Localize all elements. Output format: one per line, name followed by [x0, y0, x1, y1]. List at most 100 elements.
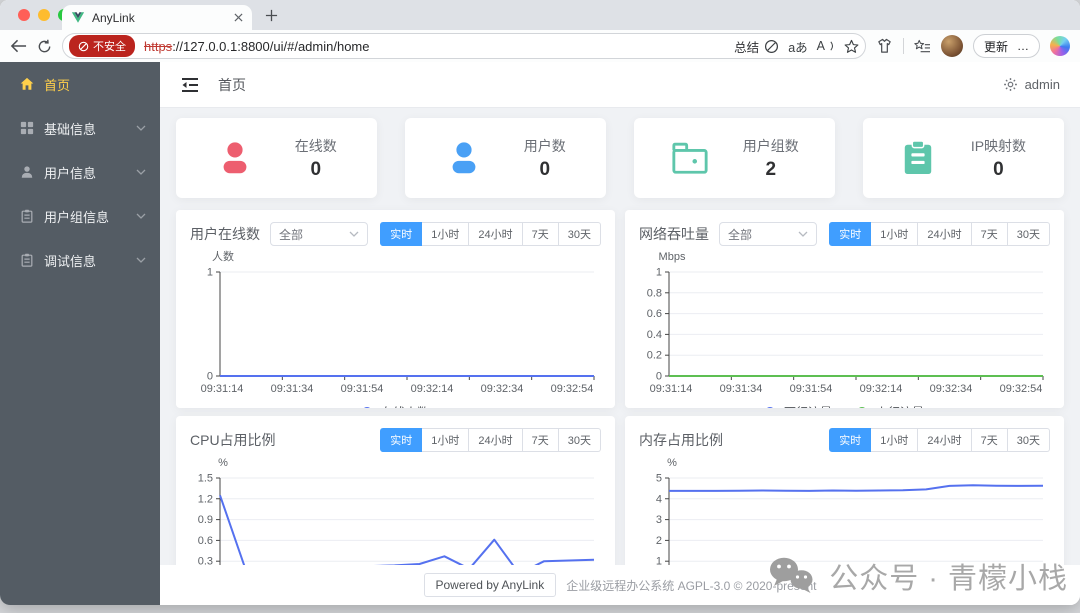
svg-text:%: %: [667, 457, 677, 469]
vue-logo-icon: [71, 11, 85, 24]
throughput-chart: Mbps 0 0.2 0.4 0.6 0.8 1 09:31:14 09:31:34 09:31:…: [639, 250, 1050, 408]
range-button-1小时[interactable]: 1小时: [871, 222, 919, 246]
svg-text:5: 5: [656, 473, 662, 485]
svg-text:0.8: 0.8: [647, 287, 662, 299]
security-badge[interactable]: 不安全: [69, 35, 135, 57]
gear-icon: [1003, 78, 1017, 91]
translate-icon[interactable]: aあ: [788, 37, 807, 56]
stat-label: 用户数: [523, 137, 566, 154]
tab-title: AnyLink: [92, 10, 135, 25]
chevron-down-icon: [136, 125, 146, 131]
back-icon[interactable]: [10, 39, 27, 53]
browser-window: AnyLink 不安全 https://127.0.0.1:8800/ui/#/…: [0, 0, 1080, 605]
read-aloud-icon[interactable]: A: [817, 39, 835, 53]
favorites-bar-icon[interactable]: [914, 39, 931, 54]
range-button-实时[interactable]: 实时: [380, 428, 423, 452]
profile-avatar[interactable]: [940, 35, 963, 57]
address-bar[interactable]: 不安全 https://127.0.0.1:8800/ui/#/admin/ho…: [62, 33, 866, 59]
range-button-24小时[interactable]: 24小时: [469, 428, 523, 452]
close-tab-icon[interactable]: [234, 13, 243, 22]
stat-value: 0: [539, 158, 551, 180]
range-button-1小时[interactable]: 1小时: [871, 428, 919, 452]
sidebar-fold-icon[interactable]: [180, 76, 200, 94]
user-menu[interactable]: admin: [1003, 77, 1060, 92]
summarize-icon: [765, 39, 779, 53]
clipboard-icon: [20, 209, 34, 223]
stat-card-users: 用户数 0: [405, 118, 606, 198]
favorite-star-icon[interactable]: [844, 39, 859, 54]
panel-online-users: 用户在线数 全部 实时 1小时 24小时 7天 30天 人数 0 1 09:31:14 09:3…: [176, 210, 615, 408]
user-icon: [20, 165, 34, 179]
stat-value: 2: [765, 158, 777, 180]
range-button-30天[interactable]: 30天: [1007, 222, 1050, 246]
copilot-icon[interactable]: [1050, 36, 1070, 56]
range-button-24小时[interactable]: 24小时: [469, 222, 523, 246]
range-button-7天[interactable]: 7天: [971, 428, 1008, 452]
range-button-实时[interactable]: 实时: [829, 428, 872, 452]
range-button-实时[interactable]: 实时: [380, 222, 423, 246]
panel-title: CPU占用比例: [190, 432, 276, 448]
dashboard-content: 在线数 0 用户数 0 用户组数 2 IP映射数 0 用户在线数 全部 实时 1…: [160, 108, 1080, 605]
sidebar-item-basic-info[interactable]: 基础信息: [0, 106, 160, 150]
close-window-button[interactable]: [18, 9, 30, 21]
svg-text:2: 2: [656, 535, 662, 547]
sidebar-item-label: 首页: [44, 77, 71, 93]
range-button-30天[interactable]: 30天: [558, 222, 601, 246]
sidebar-item-label: 基础信息: [44, 121, 97, 137]
panel-title: 用户在线数: [190, 226, 260, 242]
stat-label: 在线数: [294, 137, 337, 154]
range-button-7天[interactable]: 7天: [522, 428, 559, 452]
svg-text:09:31:54: 09:31:54: [341, 383, 384, 395]
range-button-24小时[interactable]: 24小时: [918, 428, 972, 452]
range-button-1小时[interactable]: 1小时: [422, 428, 470, 452]
powered-by-link[interactable]: Powered by AnyLink: [423, 573, 557, 597]
browser-essentials-icon[interactable]: [876, 38, 893, 54]
summarize-button[interactable]: 总结: [734, 37, 779, 56]
group-filter-select[interactable]: 全部: [270, 222, 368, 246]
range-button-7天[interactable]: 7天: [971, 222, 1008, 246]
svg-text:0.4: 0.4: [647, 329, 662, 341]
svg-text:09:31:54: 09:31:54: [790, 383, 833, 395]
range-button-30天[interactable]: 30天: [1007, 428, 1050, 452]
anylink-admin-app: 首页 基础信息 用户信息 用户组信息 调试信息 首页 admin 在线数 0 用…: [0, 62, 1080, 605]
panel-title: 网络吞吐量: [639, 226, 709, 242]
sidebar-item-debug-info[interactable]: 调试信息: [0, 238, 160, 282]
online-users-chart: 人数 0 1 09:31:14 09:31:34 09:31:54 09:32:14 09:3…: [190, 250, 601, 408]
more-menu-icon: …: [1017, 39, 1029, 53]
svg-text:09:32:54: 09:32:54: [551, 383, 594, 395]
range-button-30天[interactable]: 30天: [558, 428, 601, 452]
range-button-实时[interactable]: 实时: [829, 222, 872, 246]
range-button-7天[interactable]: 7天: [522, 222, 559, 246]
stat-card-online: 在线数 0: [176, 118, 377, 198]
sidebar-item-user-info[interactable]: 用户信息: [0, 150, 160, 194]
reload-icon[interactable]: [37, 39, 52, 54]
svg-text:09:32:34: 09:32:34: [930, 383, 973, 395]
svg-text:09:32:34: 09:32:34: [481, 383, 524, 395]
watermark: 公众号 · 青檬小栈: [768, 555, 1068, 597]
browser-tab[interactable]: AnyLink: [62, 5, 252, 30]
range-button-1小时[interactable]: 1小时: [422, 222, 470, 246]
stat-label: 用户组数: [742, 137, 799, 154]
svg-text:0.6: 0.6: [647, 308, 662, 320]
svg-text:0.9: 0.9: [198, 514, 213, 526]
group-filter-select[interactable]: 全部: [719, 222, 817, 246]
browser-toolbar: 不安全 https://127.0.0.1:8800/ui/#/admin/ho…: [0, 30, 1080, 62]
minimize-window-button[interactable]: [38, 9, 50, 21]
svg-text:3: 3: [656, 514, 662, 526]
range-button-24小时[interactable]: 24小时: [918, 222, 972, 246]
update-button[interactable]: 更新 …: [972, 34, 1040, 58]
url-text: https://127.0.0.1:8800/ui/#/admin/home: [144, 38, 370, 54]
chevron-down-icon: [136, 213, 146, 219]
svg-text:09:32:14: 09:32:14: [411, 383, 454, 395]
sidebar-item-home[interactable]: 首页: [0, 62, 160, 106]
chart-canvas: Mbps 0 0.2 0.4 0.6 0.8 1 09:31:14 09:31:34 09:31:…: [647, 251, 1044, 408]
main-area: 首页 admin 在线数 0 用户数 0 用户组数 2 IP映射数 0 用户在线…: [160, 62, 1080, 605]
sidebar-item-label: 用户信息: [44, 165, 97, 181]
new-tab-button[interactable]: [265, 9, 278, 22]
users-icon: [445, 139, 483, 177]
panel-throughput: 网络吞吐量 全部 实时 1小时 24小时 7天 30天 Mbps 0 0.2 0.4 0.6 0.…: [625, 210, 1064, 408]
sidebar-item-label: 调试信息: [44, 253, 97, 269]
chart-canvas: 人数 0 1 09:31:14 09:31:34 09:31:54 09:32:14 09:3…: [201, 250, 595, 408]
sidebar-item-user-group-info[interactable]: 用户组信息: [0, 194, 160, 238]
chevron-down-icon: [136, 169, 146, 175]
